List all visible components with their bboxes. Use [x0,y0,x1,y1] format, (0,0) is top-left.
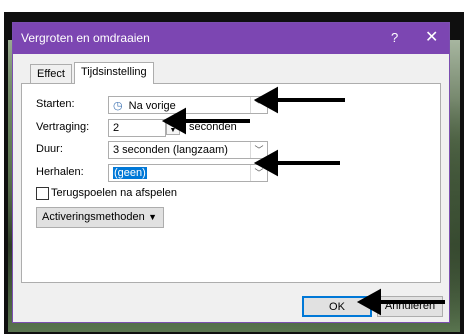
start-label: Starten: [36,98,75,110]
start-select[interactable]: ◷ Na vorige ﹀ [108,96,268,114]
tab-timing[interactable]: Tijdsinstelling [74,62,154,84]
repeat-select[interactable]: (geen) ﹀ [108,164,268,182]
timing-panel: Starten: ◷ Na vorige ﹀ Vertraging: 2 ▲ ▼ … [21,83,441,283]
cancel-button[interactable]: Annuleren [377,296,443,317]
tab-effect[interactable]: Effect [30,64,72,83]
close-button[interactable]: ✕ [425,27,438,47]
delay-unit: seconden [189,121,237,133]
delay-input[interactable]: 2 [108,119,166,137]
chevron-down-icon[interactable]: ﹀ [250,165,267,181]
chevron-down-icon[interactable]: ﹀ [250,97,267,113]
repeat-label: Herhalen: [36,166,84,178]
ok-button[interactable]: OK [302,296,372,317]
delay-value: 2 [113,122,120,134]
delay-spinner[interactable]: ▲ ▼ [166,119,180,135]
rewind-label: Terugspoelen na afspelen [51,187,177,199]
chevron-down-icon[interactable]: ﹀ [250,142,267,158]
rewind-checkbox[interactable] [36,187,49,200]
duration-value: 3 seconden (langzaam) [113,144,228,156]
clock-icon: ◷ [113,100,123,112]
animation-dialog: Vergroten en omdraaien ? ✕ Effect Tijdsi… [12,22,450,323]
triggers-button[interactable]: Activeringsmethoden ▼ [36,207,164,228]
duration-label: Duur: [36,143,63,155]
duration-select[interactable]: 3 seconden (langzaam) ﹀ [108,141,268,159]
start-value: Na vorige [128,100,176,112]
repeat-value: (geen) [113,167,147,179]
delay-label: Vertraging: [36,121,90,133]
help-button[interactable]: ? [391,30,398,45]
double-chevron-down-icon: ▼ [148,212,157,222]
triggers-label: Activeringsmethoden [42,211,145,223]
dialog-title: Vergroten en omdraaien [21,31,150,45]
dialog-titlebar: Vergroten en omdraaien ? ✕ [13,23,449,54]
